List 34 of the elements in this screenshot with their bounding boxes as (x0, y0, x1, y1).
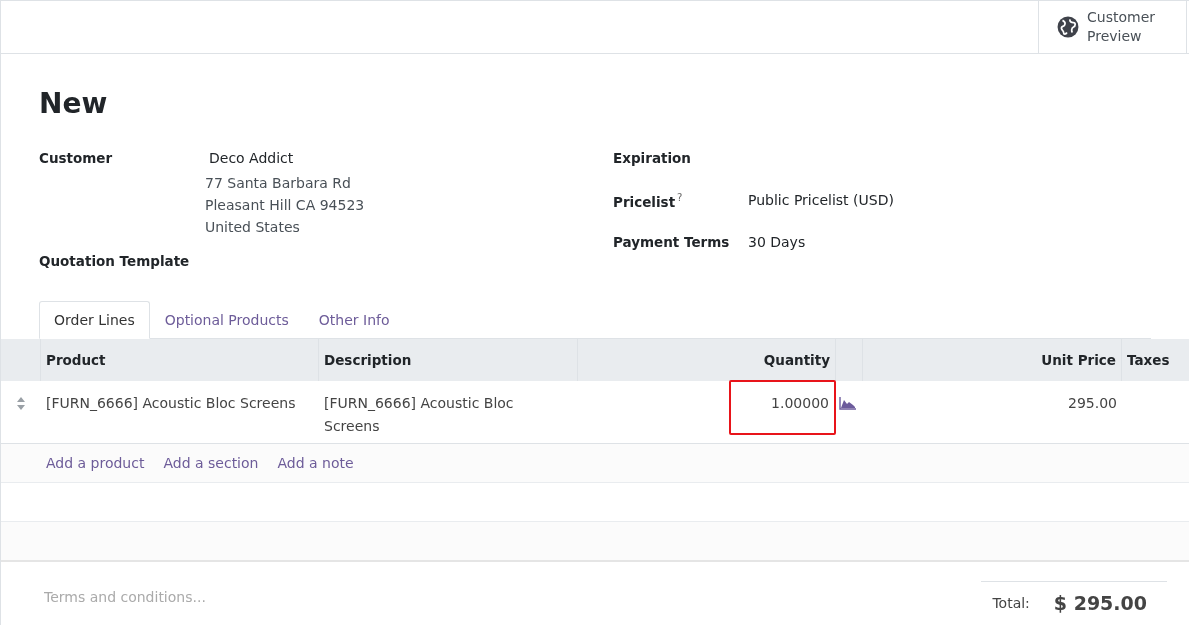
column-header[interactable]: Product (46, 352, 106, 368)
drag-handle-icon[interactable] (17, 397, 25, 410)
field-label: Customer (39, 149, 114, 168)
column-header[interactable]: Quantity (763, 352, 830, 368)
field-label: Quotation Template (39, 252, 191, 269)
area-chart-icon[interactable] (839, 396, 857, 410)
record-title: New (39, 86, 109, 122)
add-line-link[interactable]: Add a product (46, 455, 145, 471)
field-label: Pricelist (613, 193, 676, 210)
table-cell-text: [FURN_6666] Acoustic Bloc Screens (46, 394, 296, 413)
customer-preview-button[interactable]: Customer Preview (1038, 1, 1187, 53)
customer-name[interactable]: Deco Addict (209, 148, 365, 166)
column-header[interactable]: Taxes (1127, 352, 1170, 368)
tab[interactable]: Other Info (303, 301, 405, 339)
table-cell-text: [FURN_6666] Acoustic Bloc Screens (324, 394, 515, 436)
tab[interactable]: Order Lines (39, 301, 150, 339)
address-line: 77 Santa Barbara Rd (205, 175, 352, 191)
globe-icon (1057, 16, 1079, 38)
address-line: United States (205, 219, 301, 235)
add-line-link[interactable]: Add a note (277, 455, 354, 471)
table-cell-text: 295.00 (1068, 394, 1117, 413)
total-amount: $ 295.00 (1053, 592, 1147, 614)
address-line: Pleasant Hill CA 94523 (205, 197, 365, 213)
field-label: Payment Terms (613, 234, 730, 250)
quantity-cell: 1.00000 (729, 380, 836, 435)
column-header[interactable]: Description (324, 352, 412, 368)
column-header[interactable]: Unit Price (1041, 352, 1116, 368)
tab[interactable]: Optional Products (149, 301, 304, 339)
field-label: Expiration (613, 150, 691, 166)
field-value[interactable]: Public Pricelist (USD) (748, 190, 894, 208)
help-tooltip[interactable]: ? (677, 192, 683, 203)
add-line-link[interactable]: Add a section (163, 455, 259, 471)
field-value[interactable]: 30 Days (748, 232, 806, 250)
total-label: Total: (992, 595, 1030, 611)
